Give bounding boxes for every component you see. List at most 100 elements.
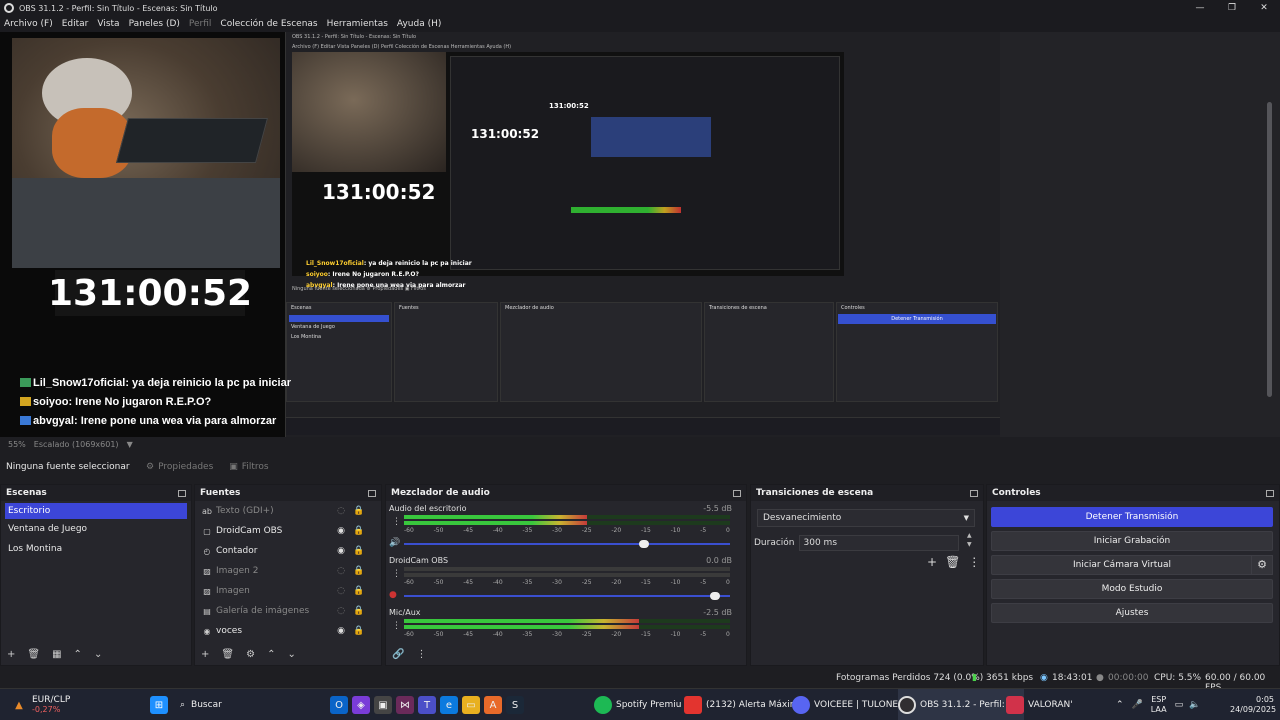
menu-vista[interactable]: Vista <box>97 19 119 29</box>
source-item[interactable]: ab Texto (GDI+) ◌ 🔒 <box>195 501 381 521</box>
kebab-menu-icon[interactable]: ⋮ <box>416 649 426 660</box>
clock[interactable]: 0:05 24/09/2025 <box>1230 689 1276 720</box>
add-transition-icon[interactable]: + <box>927 555 937 569</box>
menu-perfil[interactable]: Perfil <box>189 19 212 29</box>
menu-paneles[interactable]: Paneles (D) <box>129 19 180 29</box>
lock-icon[interactable]: 🔒 <box>353 566 364 576</box>
lock-icon[interactable]: 🔒 <box>353 586 364 596</box>
scene-item-escritorio[interactable]: Escritorio <box>5 503 187 519</box>
lock-icon[interactable]: 🔒 <box>353 606 364 616</box>
remove-transition-icon[interactable]: 🗑 <box>945 555 960 569</box>
kebab-menu-icon[interactable]: ⋮ <box>392 517 401 527</box>
source-item[interactable]: ▨ Imagen ◌ 🔒 <box>195 581 381 601</box>
vs-icon[interactable]: ⋈ <box>396 696 414 714</box>
eye-icon[interactable]: ◉ <box>335 546 347 556</box>
add-scene-icon[interactable]: + <box>7 649 15 660</box>
menu-editar[interactable]: Editar <box>62 19 89 29</box>
preview-canvas[interactable]: 131:00:52 OBS 31.1.2 - Perfil: Sin Títul… <box>0 32 1000 437</box>
scene-item-ventana-de-juego[interactable]: Ventana de Juego <box>1 519 191 539</box>
preview-vertical-scrollbar[interactable] <box>1267 102 1272 397</box>
start-recording-button[interactable]: Iniciar Grabación <box>991 531 1273 551</box>
kebab-menu-icon[interactable]: ⋮ <box>392 569 401 579</box>
edge-icon[interactable]: e <box>440 696 458 714</box>
preview-area[interactable]: 131:00:52 OBS 31.1.2 - Perfil: Sin Títul… <box>0 32 1280 446</box>
source-item[interactable]: ▨ Imagen 2 ◌ 🔒 <box>195 561 381 581</box>
source-item[interactable]: ◉ voces ◉ 🔒 <box>195 621 381 641</box>
volume-slider[interactable] <box>404 592 730 600</box>
menu-herramientas[interactable]: Herramientas <box>327 19 388 29</box>
taskbar-app-spotify[interactable]: Spotify Premiu <box>594 689 681 720</box>
scale-label[interactable]: Escalado (1069x601) <box>34 440 119 449</box>
speaker-icon[interactable]: 🔊 <box>389 538 400 548</box>
source-item[interactable]: ▤ Galería de imágenes ◌ 🔒 <box>195 601 381 621</box>
eye-icon[interactable]: ◉ <box>335 526 347 536</box>
source-item[interactable]: ▢ DroidCam OBS ◉ 🔒 <box>195 521 381 541</box>
add-source-icon[interactable]: + <box>201 649 209 660</box>
eye-hidden-icon[interactable]: ◌ <box>335 586 347 596</box>
popout-icon[interactable] <box>1266 489 1274 497</box>
maximize-button[interactable]: ❐ <box>1216 0 1248 16</box>
chevron-down-icon[interactable]: ▼ <box>127 440 133 449</box>
minimize-button[interactable]: — <box>1184 0 1216 16</box>
slider-handle[interactable] <box>710 592 721 600</box>
start-button[interactable]: ⊞ <box>150 689 172 720</box>
close-button[interactable]: ✕ <box>1248 0 1280 16</box>
gear-icon[interactable]: ⚙ <box>1251 555 1273 575</box>
menu-archivo[interactable]: Archivo (F) <box>4 19 53 29</box>
filters-button[interactable]: ▣ Filtros <box>229 462 268 472</box>
move-up-icon[interactable]: ⌃ <box>74 649 82 660</box>
system-tray[interactable]: ⌃ 🎤 ESP LAA ▭ 🔈 <box>1116 689 1208 720</box>
steam-icon[interactable]: S <box>506 696 524 714</box>
studio-mode-button[interactable]: Modo Estudio <box>991 579 1273 599</box>
filters-scene-icon[interactable]: ▦ <box>52 649 61 660</box>
stock-widget[interactable]: ▲ EUR/CLP -0,27% <box>10 689 70 720</box>
eye-hidden-icon[interactable]: ◌ <box>335 506 347 516</box>
lock-icon[interactable]: 🔒 <box>353 526 364 536</box>
popout-icon[interactable] <box>178 489 186 497</box>
gear-icon[interactable]: ⚙ <box>246 649 255 660</box>
properties-button[interactable]: ⚙ Propiedades <box>146 462 213 472</box>
store-icon[interactable]: ▣ <box>374 696 392 714</box>
folder-icon[interactable]: ▭ <box>462 696 480 714</box>
eye-icon[interactable]: ◉ <box>335 626 347 636</box>
taskbar-search[interactable]: ⌕ Buscar <box>180 689 320 720</box>
zoom-level[interactable]: 55% <box>8 440 26 449</box>
taskbar-app-alerta[interactable]: (2132) Alerta Máxim <box>684 689 798 720</box>
duration-input[interactable]: 300 ms <box>798 535 959 551</box>
move-down-icon[interactable]: ⌄ <box>94 649 102 660</box>
kebab-menu-icon[interactable]: ⋮ <box>392 621 401 631</box>
remove-source-icon[interactable]: 🗑 <box>221 649 234 660</box>
lock-icon[interactable]: 🔒 <box>353 546 364 556</box>
stop-stream-button[interactable]: Detener Transmisión <box>991 507 1273 527</box>
transition-select[interactable]: Desvanecimiento ▼ <box>757 509 975 527</box>
kebab-menu-icon[interactable]: ⋮ <box>968 555 980 569</box>
remove-scene-icon[interactable]: 🗑 <box>27 649 40 660</box>
speaker-muted-icon[interactable]: ● <box>389 590 397 600</box>
menu-ayuda[interactable]: Ayuda (H) <box>397 19 441 29</box>
taskbar-app-obs[interactable]: OBS 31.1.2 - Perfil: Sir <box>898 689 1024 720</box>
scene-item-los-montina[interactable]: Los Montina <box>1 539 191 559</box>
popout-icon[interactable] <box>970 489 978 497</box>
link-icon[interactable]: 🔗 <box>392 649 404 660</box>
outlook-icon[interactable]: O <box>330 696 348 714</box>
taskbar-app-valorant[interactable]: VALORAN' <box>1006 689 1073 720</box>
popout-icon[interactable] <box>733 489 741 497</box>
volume-slider[interactable] <box>404 540 730 548</box>
source-item[interactable]: ◴ Contador ◉ 🔒 <box>195 541 381 561</box>
menu-coleccion-escenas[interactable]: Colección de Escenas <box>220 19 317 29</box>
duration-spinner[interactable]: ▲ ▼ <box>967 531 972 549</box>
teams-icon[interactable]: T <box>418 696 436 714</box>
move-down-icon[interactable]: ⌄ <box>287 649 295 660</box>
eye-hidden-icon[interactable]: ◌ <box>335 566 347 576</box>
settings-button[interactable]: Ajustes <box>991 603 1273 623</box>
app-icon[interactable]: A <box>484 696 502 714</box>
start-virtual-camera-button[interactable]: Iniciar Cámara Virtual <box>991 555 1253 575</box>
lock-icon[interactable]: 🔒 <box>353 506 364 516</box>
taskbar-app-voiceee[interactable]: VOICEEE | TULONES ' <box>792 689 909 720</box>
move-up-icon[interactable]: ⌃ <box>267 649 275 660</box>
popout-icon[interactable] <box>368 489 376 497</box>
slider-handle[interactable] <box>638 540 649 548</box>
lock-icon[interactable]: 🔒 <box>353 626 364 636</box>
copilot-icon[interactable]: ◈ <box>352 696 370 714</box>
eye-hidden-icon[interactable]: ◌ <box>335 606 347 616</box>
